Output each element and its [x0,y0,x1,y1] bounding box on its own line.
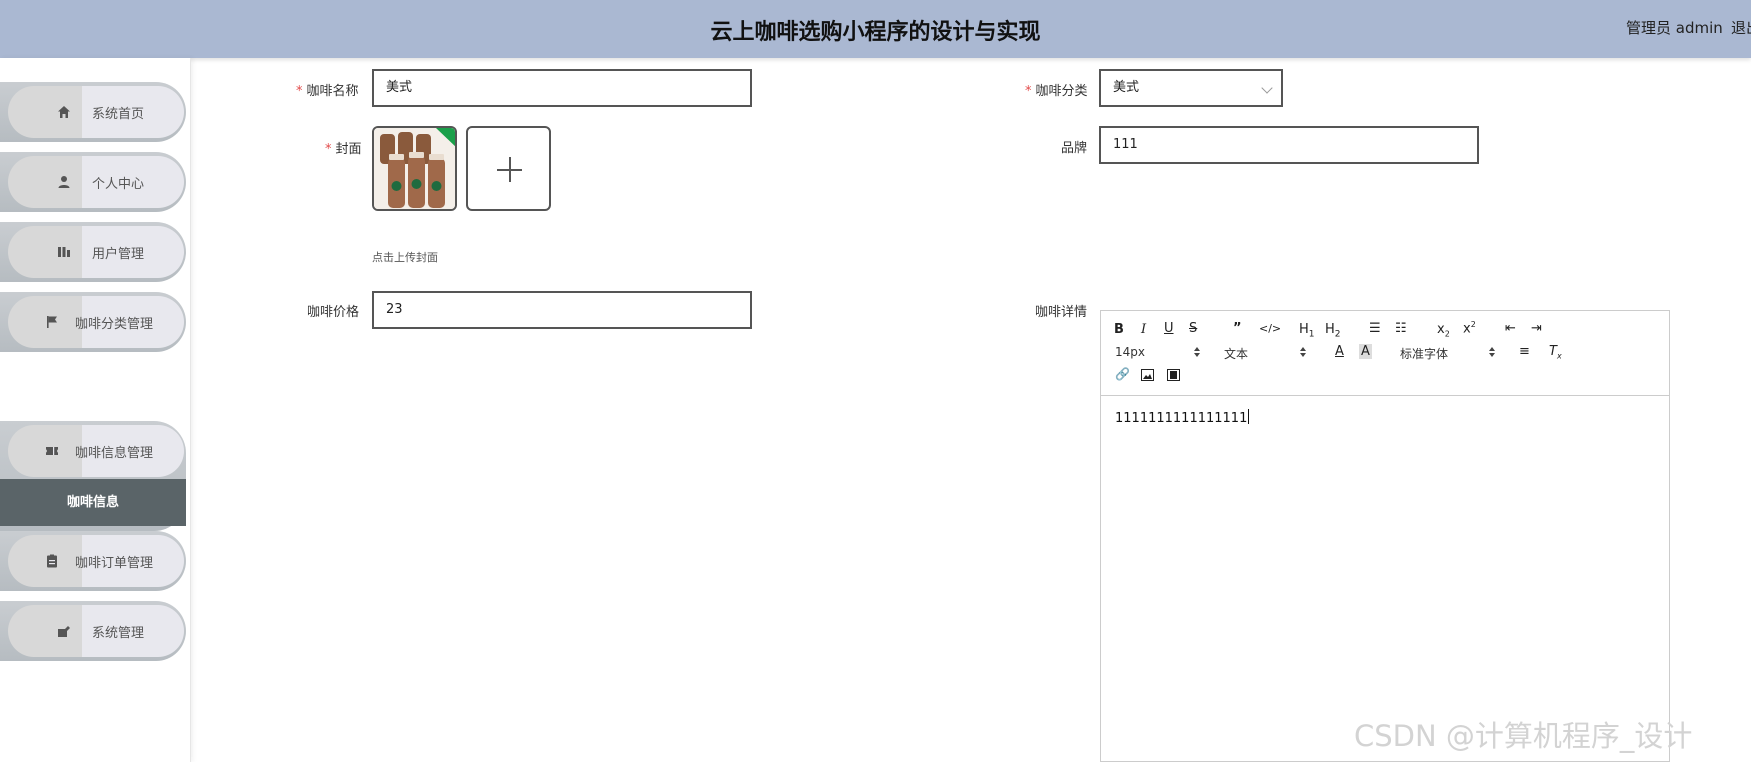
clear-format-icon[interactable]: Tx [1549,344,1562,361]
heading-1-icon[interactable]: H1 [1299,322,1315,340]
sidebar-item-category: 咖啡分类管理 [0,292,186,352]
font-color-icon[interactable]: A [1335,344,1344,359]
sidebar-subitem-coffee-info[interactable]: 咖啡信息 [0,479,186,526]
code-block-icon[interactable]: </> [1259,322,1281,335]
blockquote-icon[interactable]: ” [1233,321,1242,336]
italic-icon[interactable]: I [1141,322,1146,337]
logout-link[interactable]: 退出 [1731,17,1751,38]
sidebar-item-home: 系统首页 [0,82,186,142]
sidebar-item-profile-button[interactable]: 个人中心 [8,156,184,208]
coffee-name-label: * 咖啡名称 [296,84,359,99]
person-icon [58,176,70,188]
rich-text-editor: B I U S ” </> H1 H2 ☰ ☷ x2 x2 ⇤ ⇥ 14px 文… [1100,310,1670,762]
clipboard-icon [47,554,57,568]
cover-label: * 封面 [325,142,362,157]
font-size-select[interactable]: 14px [1115,345,1145,359]
app-title: 云上咖啡选购小程序的设计与实现 [710,20,1041,45]
sidebar-item-label: 用户管理 [92,247,145,262]
heading-arrows-icon [1299,347,1307,357]
sidebar-item-label: 个人中心 [92,177,145,192]
top-header: 云上咖啡选购小程序的设计与实现 管理员 admin 退出 [0,0,1751,58]
image-icon[interactable] [1141,369,1154,381]
watermark: CSDN @计算机程序_设计 [1354,719,1693,753]
cover-image[interactable] [372,126,457,211]
users-icon [58,247,70,257]
editor-toolbar: B I U S ” </> H1 H2 ☰ ☷ x2 x2 ⇤ ⇥ 14px 文… [1101,311,1669,396]
sidebar-item-users-button[interactable]: 用户管理 [8,226,184,278]
chevron-down-icon [1261,82,1273,94]
upload-cover-button[interactable] [466,126,551,211]
coffee-bottles-image [374,128,455,209]
current-user: 管理员 admin [1626,19,1723,37]
sidebar-item-coffee-info-button[interactable]: 咖啡信息管理 [8,425,184,477]
text-caret [1248,409,1250,424]
editor-content[interactable]: 1111111111111111 [1115,409,1250,426]
heading-select[interactable]: 文本 [1224,345,1248,362]
brand-input[interactable]: 111 [1099,126,1479,164]
bold-icon[interactable]: B [1114,322,1124,337]
font-family-arrows-icon [1488,347,1496,357]
video-icon[interactable] [1167,369,1180,381]
sidebar-item-label: 系统管理 [92,626,145,641]
outdent-icon[interactable]: ⇤ [1505,321,1516,336]
sidebar-item-profile: 个人中心 [0,152,186,212]
align-icon[interactable]: ≡ [1519,344,1530,359]
indent-icon[interactable]: ⇥ [1531,321,1542,336]
coffee-name-input[interactable]: 美式 [372,69,752,107]
brand-label: 品牌 [1061,141,1088,156]
heading-2-icon[interactable]: H2 [1325,322,1341,340]
strikethrough-icon[interactable]: S [1189,321,1197,336]
home-icon [58,106,70,118]
sidebar-item-label: 咖啡分类管理 [75,317,154,332]
coffee-category-value: 美式 [1113,80,1140,95]
sidebar-item-orders-button[interactable]: 咖啡订单管理 [8,535,184,587]
sidebar-item-label: 咖啡信息管理 [75,446,154,461]
cover-upload-hint: 点击上传封面 [372,251,438,264]
underline-icon[interactable]: U [1164,321,1174,336]
superscript-icon[interactable]: x2 [1463,320,1476,336]
bullet-list-icon[interactable]: ☷ [1395,321,1407,336]
sidebar-item-users: 用户管理 [0,222,186,282]
sidebar-item-label: 咖啡订单管理 [75,556,154,571]
coffee-price-input[interactable]: 23 [372,291,752,329]
font-size-arrows-icon [1193,347,1201,357]
coffee-category-label: * 咖啡分类 [1025,84,1088,99]
coffee-price-label: 咖啡价格 [307,305,360,320]
coffee-detail-label: 咖啡详情 [1035,305,1088,320]
sidebar-item-system: 系统管理 [0,601,186,661]
sidebar-item-label: 系统首页 [92,107,145,122]
sidebar-item-system-button[interactable]: 系统管理 [8,605,184,657]
link-icon[interactable]: 🔗 [1115,367,1130,381]
flag-icon [47,316,57,328]
settings-icon [58,626,70,637]
font-family-select[interactable]: 标准字体 [1400,345,1448,362]
sidebar-item-orders: 咖啡订单管理 [0,531,186,591]
background-color-icon[interactable]: A [1359,344,1372,359]
ordered-list-icon[interactable]: ☰ [1369,321,1381,336]
coffee-category-select[interactable]: 美式 [1099,69,1283,107]
ticket-icon [46,447,58,455]
sidebar-item-home-button[interactable]: 系统首页 [8,86,184,138]
sidebar-item-category-button[interactable]: 咖啡分类管理 [8,296,184,348]
sidebar: 系统首页 个人中心 用户管理 咖啡分类管理 咖啡信息管理 咖啡信息 咖啡订单管理… [0,58,191,762]
subscript-icon[interactable]: x2 [1437,322,1450,339]
